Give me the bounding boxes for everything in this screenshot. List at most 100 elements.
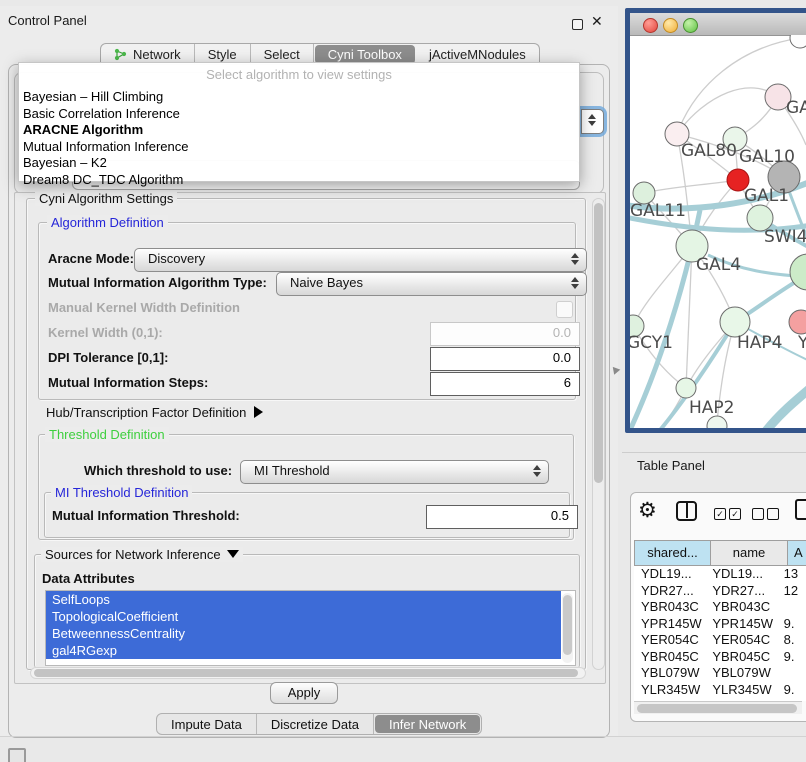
data-attributes-label: Data Attributes xyxy=(42,568,135,590)
node-label: HAP4 xyxy=(737,333,782,353)
mi-steps-label: Mutual Information Steps: xyxy=(48,372,208,394)
menu-item[interactable]: Mutual Information Inference xyxy=(23,139,573,156)
minimize-button[interactable] xyxy=(663,18,678,33)
stepper-arrows xyxy=(533,465,541,477)
node-label: SWI4 xyxy=(764,227,806,247)
tab-infer-network[interactable]: Infer Network xyxy=(375,715,480,733)
stepper-arrows xyxy=(588,114,596,126)
network-window-titlebar[interactable] xyxy=(630,13,806,36)
kernel-width-label: Kernel Width (0,1): xyxy=(48,322,163,344)
mi-algorithm-type-select[interactable]: Naive Bayes xyxy=(276,272,587,296)
table-row[interactable]: YLR345WYLR345W9. xyxy=(634,682,806,699)
menu-item[interactable]: Basic Correlation Inference xyxy=(23,106,573,123)
manual-kernel-width-checkbox[interactable] xyxy=(556,301,573,318)
list-item[interactable]: TopologicalCoefficient xyxy=(46,608,561,625)
tab-cyni-toolbox-label: Cyni Toolbox xyxy=(328,47,402,62)
mi-threshold-label: Mutual Information Threshold: xyxy=(52,505,240,527)
menu-item[interactable]: Bayesian – K2 xyxy=(23,155,573,172)
table-row[interactable]: YER054CYER054C8. xyxy=(634,632,806,649)
table-row[interactable]: YDL19...YDL19...13 xyxy=(634,566,806,583)
tab-impute-data[interactable]: Impute Data xyxy=(157,714,257,734)
node-label: GAL1 xyxy=(744,186,789,206)
mi-algorithm-type-value: Naive Bayes xyxy=(290,275,363,290)
hub-tf-definition-toggle[interactable]: Hub/Transcription Factor Definition xyxy=(46,402,263,424)
node-label: GAL80 xyxy=(681,141,737,161)
node-label: GAL11 xyxy=(630,201,686,221)
menu-item[interactable]: Bayesian – Hill Climbing xyxy=(23,89,573,106)
list-item[interactable]: BetweennessCentrality xyxy=(46,625,561,642)
aracne-mode-select[interactable]: Discovery xyxy=(134,248,587,272)
column-header-name[interactable]: name xyxy=(710,540,788,566)
node-label: HAP2 xyxy=(689,398,734,418)
gear-icon[interactable]: ⚙ xyxy=(638,498,657,524)
algorithm-dropdown-hint: Select algorithm to view settings xyxy=(19,67,579,82)
list-item[interactable]: SelfLoops xyxy=(46,591,561,608)
network-view-window: GAL GAL80 GAL10 GAL1 GAL11 SWI4 GAL4 GCY… xyxy=(625,8,806,433)
column-header-shared-name[interactable]: shared... xyxy=(634,540,711,566)
table-panel-title: Table Panel xyxy=(637,458,705,473)
bottom-divider xyxy=(0,736,806,737)
mi-threshold-definition-title: MI Threshold Definition xyxy=(51,485,192,500)
node-label: Y xyxy=(798,333,806,353)
threshold-definition-title: Threshold Definition xyxy=(45,427,169,442)
tab-discretize-data-label: Discretize Data xyxy=(271,717,359,732)
select-all-columns-icon[interactable]: ✓ xyxy=(729,508,741,520)
unselect-all-columns-icon[interactable] xyxy=(752,508,764,520)
aracne-mode-value: Discovery xyxy=(148,251,205,266)
node-label: GAL xyxy=(786,98,806,118)
sources-title-row[interactable]: Sources for Network Inference xyxy=(41,547,243,562)
collapsed-arrow-icon xyxy=(254,406,263,418)
node-label: GAL10 xyxy=(739,147,795,167)
data-attributes-list[interactable]: SelfLoops TopologicalCoefficient Between… xyxy=(45,590,576,666)
screen: Control Panel ✕ Network Style Select Cyn… xyxy=(0,0,806,762)
mi-steps-input[interactable]: 6 xyxy=(430,372,580,396)
select-all-columns-icon[interactable]: ✓ xyxy=(714,508,726,520)
which-threshold-select[interactable]: MI Threshold xyxy=(240,460,549,484)
column-header-partial[interactable]: A xyxy=(787,540,806,566)
table-row[interactable]: YPR145WYPR145W9. xyxy=(634,616,806,633)
table-row[interactable]: YDR27...YDR27...12 xyxy=(634,583,806,600)
algorithm-dropdown-popup: Select algorithm to view settings Bayesi… xyxy=(18,62,580,182)
settings-vertical-scrollbar[interactable] xyxy=(592,198,605,670)
tab-network-label: Network xyxy=(133,47,181,62)
table-horizontal-scrollbar[interactable] xyxy=(634,701,802,714)
table-row[interactable]: YBR045CYBR045C9. xyxy=(634,649,806,666)
mi-threshold-input[interactable]: 0.5 xyxy=(426,505,578,529)
table-panel-divider xyxy=(622,452,806,453)
float-window-icon[interactable] xyxy=(572,19,583,30)
menu-item-selected[interactable]: ARACNE Algorithm xyxy=(23,122,573,139)
tab-discretize-data[interactable]: Discretize Data xyxy=(257,714,374,734)
which-threshold-label: Which threshold to use: xyxy=(84,460,232,482)
kernel-width-input[interactable]: 0.0 xyxy=(430,322,580,346)
bottom-corner-icon[interactable] xyxy=(8,748,26,762)
new-table-icon[interactable] xyxy=(795,499,806,520)
zoom-button[interactable] xyxy=(683,18,698,33)
apply-button[interactable]: Apply xyxy=(270,682,338,704)
dpi-tolerance-label: DPI Tolerance [0,1]: xyxy=(48,347,168,369)
hub-tf-definition-label: Hub/Transcription Factor Definition xyxy=(46,405,246,420)
node-label: GCY1 xyxy=(627,333,673,353)
network-icon xyxy=(114,48,127,61)
unselect-all-columns-icon[interactable] xyxy=(767,508,779,520)
control-panel-window: Control Panel ✕ Network Style Select Cyn… xyxy=(0,6,618,737)
algorithm-definition-title: Algorithm Definition xyxy=(47,215,168,230)
network-canvas[interactable]: GAL GAL80 GAL10 GAL1 GAL11 SWI4 GAL4 GCY… xyxy=(630,35,806,433)
table-row[interactable]: YBR043CYBR043C xyxy=(634,599,806,616)
stepper-arrows xyxy=(571,253,579,265)
column-layout-icon[interactable] xyxy=(676,501,697,521)
aracne-mode-label: Aracne Mode: xyxy=(48,248,134,270)
sources-title: Sources for Network Inference xyxy=(45,547,221,562)
list-item[interactable]: gal4RGexp xyxy=(46,642,561,659)
cyni-bottom-tabbar: Impute Data Discretize Data Infer Networ… xyxy=(156,713,482,735)
expanded-arrow-icon xyxy=(227,550,239,558)
cyni-settings-title: Cyni Algorithm Settings xyxy=(35,191,177,206)
list-scrollbar[interactable] xyxy=(562,593,573,663)
close-button[interactable] xyxy=(643,18,658,33)
table-row[interactable]: YBL079WYBL079W xyxy=(634,665,806,682)
menu-item[interactable]: Dream8 DC_TDC Algorithm xyxy=(23,172,573,189)
algorithm-combo-focused-end[interactable] xyxy=(581,109,604,134)
close-icon[interactable]: ✕ xyxy=(591,13,603,30)
dpi-tolerance-input[interactable]: 0.0 xyxy=(430,347,580,371)
which-threshold-value: MI Threshold xyxy=(254,463,330,478)
settings-horizontal-scrollbar[interactable] xyxy=(30,667,586,679)
